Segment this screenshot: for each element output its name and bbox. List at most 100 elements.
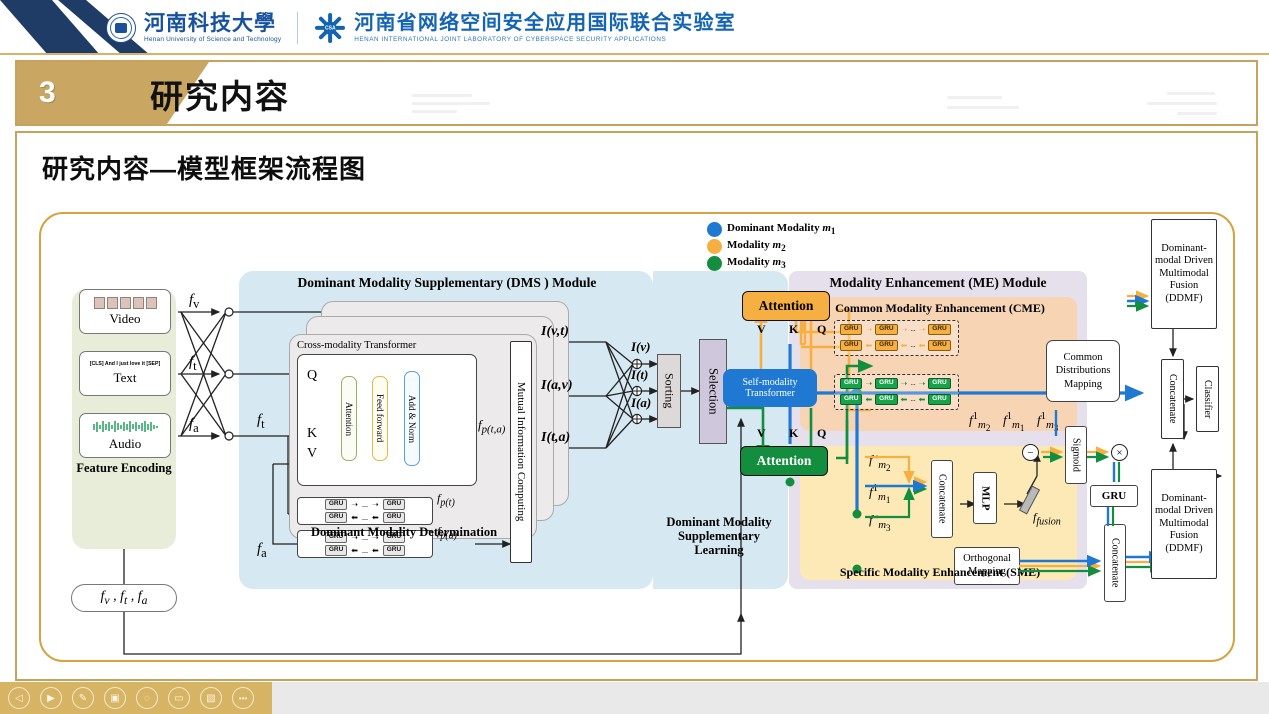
play-slide-button[interactable]: ▶	[40, 687, 62, 709]
arrow-right-icon: ➝	[900, 324, 908, 334]
slide-grid-button[interactable]: ▣	[104, 687, 126, 709]
video-frames-icon	[93, 296, 157, 309]
label-f1-m3: f1m3	[1037, 410, 1059, 434]
gru-cell: GRU	[875, 324, 898, 335]
gru-row-top-box: GRU ➝ ... ➝ GRU GRU ⬅ ... ⬅ GRU	[297, 497, 433, 525]
attention-bottom-label: Attention	[756, 453, 812, 468]
text-input-box: [CLS] And I just love it [SEP] Text	[79, 351, 171, 396]
audio-waveform-icon	[93, 420, 158, 432]
gru-cell: GRU	[324, 545, 348, 556]
camera-off-button[interactable]: ▧	[200, 687, 222, 709]
sorting-box: Sorting	[657, 354, 681, 428]
subtitles-button[interactable]: ▭	[168, 687, 190, 709]
gru-cell: GRU	[928, 378, 951, 389]
cme-gru-orange-row1: GRU ➝ GRU ➝ ... ➝ GRU	[840, 324, 951, 335]
label-fp-ta: fp(t,a)	[478, 417, 506, 436]
feature-bundle-box: fv , ft , fa	[71, 584, 177, 612]
model-framework-diagram: Video [CLS] And I just love it [SEP] Tex…	[41, 214, 1237, 664]
attention-stage-box: Attention	[341, 376, 357, 461]
qkv-top-q: Q	[817, 322, 827, 336]
label-fa: fa	[189, 416, 199, 435]
gru-ellipsis: ...	[362, 546, 368, 555]
multiply-operator-icon: ×	[1111, 444, 1128, 461]
feedforward-stage-label: Feed forward	[375, 394, 385, 443]
label-I-av: I(a,v)	[541, 378, 573, 393]
qkv-bottom-k: K	[789, 426, 799, 440]
arrow-left-icon: ⬅	[918, 340, 926, 350]
lab-names: 河南省网络空间安全应用国际联合实验室 HENAN INTERNATIONAL J…	[354, 13, 736, 43]
audio-label: Audio	[108, 435, 142, 451]
arrow-left-icon: ⬅	[351, 512, 358, 522]
arrow-right-icon: ➝	[351, 499, 358, 509]
legend-item-m3: Modality m3	[707, 256, 857, 271]
gru-cell: GRU	[324, 499, 348, 510]
video-input-box: Video	[79, 289, 171, 334]
label-I-t: I(t)	[631, 367, 649, 382]
sorting-label: Sorting	[662, 373, 677, 409]
label-I-a: I(a)	[631, 395, 652, 410]
sme-concatenate-label: Concatenate	[936, 474, 948, 524]
more-options-button[interactable]: •••	[232, 687, 254, 709]
gru-ellipsis: ...	[910, 379, 916, 388]
arrow-left-icon: ⬅	[918, 394, 926, 404]
gru-cell: GRU	[928, 324, 951, 335]
cme-title: Common Modality Enhancement (CME)	[835, 301, 1045, 315]
multiply-glyph: ×	[1116, 446, 1123, 459]
qkv-top-k: K	[789, 322, 799, 336]
classifier-box: Classifier	[1196, 366, 1219, 432]
header-divider	[297, 12, 299, 44]
sme-title: Specific Modality Enhancement (SME)	[839, 565, 1041, 579]
gru-cell: GRU	[840, 378, 863, 389]
ddmf-top-label: Dominant-modal Driven Multimodal Fusion …	[1154, 242, 1214, 304]
gru-cell: GRU	[875, 340, 898, 351]
ddmf-top-box: Dominant-modal Driven Multimodal Fusion …	[1151, 219, 1217, 329]
legend-item-m1: Dominant Modality m1	[707, 222, 857, 237]
cme-gru-green-row2: GRU ⬅ GRU ⬅ ... ⬅ GRU	[840, 394, 951, 405]
sme-mlp-box: MLP	[973, 472, 997, 524]
label-I-v: I(v)	[631, 339, 651, 354]
label-fprime-m3: f 'm3	[869, 512, 891, 533]
text-label: Text	[113, 370, 137, 385]
transformer-q-label: Q	[307, 368, 318, 383]
cross-modality-transformer-title: Cross-modality Transformer	[297, 340, 417, 351]
slide-header: 河南科技大學 Henan University of Science and T…	[0, 0, 1269, 55]
arrow-right-icon: ➝	[918, 378, 926, 388]
arrow-left-icon: ⬅	[865, 394, 873, 404]
addnorm-stage-label: Add & Norm	[407, 394, 417, 443]
header-rule	[0, 53, 1269, 55]
feature-encoding-label: Feature Encoding	[76, 461, 172, 475]
snowflake-logo-icon: CSA	[314, 12, 346, 44]
lab-name-cn: 河南省网络空间安全应用国际联合实验室	[354, 11, 736, 34]
arrow-right-icon: ➝	[900, 378, 908, 388]
transformer-v-label: V	[307, 446, 318, 461]
gru-cell: GRU	[324, 512, 348, 523]
gru-cell: GRU	[840, 340, 863, 351]
gru-cell: GRU	[928, 394, 951, 405]
qkv-bottom-q: Q	[817, 426, 827, 440]
attention-bottom-box: Attention	[740, 446, 828, 476]
gru-ellipsis: ...	[910, 325, 916, 334]
section-title-bar: 3 研究内容	[15, 60, 1258, 126]
university-names: 河南科技大學 Henan University of Science and T…	[144, 10, 281, 44]
university-name-cn: 河南科技大學	[144, 10, 276, 35]
slide-content-frame: 研究内容—模型框架流程图 Video [CLS] And I just love…	[15, 131, 1258, 681]
previous-slide-button[interactable]: ◁	[8, 687, 30, 709]
cme-gru-orange-row2: GRU ⬅ GRU ⬅ ... ⬅ GRU	[840, 340, 951, 351]
dms-sub-right-label: Dominant Modality Supplementary Learning	[666, 515, 772, 557]
lab-name-en: HENAN INTERNATIONAL JOINT LABORATORY OF …	[354, 35, 667, 43]
zoom-tool-button[interactable]: ◌	[136, 687, 158, 709]
audio-input-box: Audio	[79, 413, 171, 458]
arrow-left-icon: ⬅	[865, 340, 873, 350]
qkv-bottom-v: V	[757, 426, 766, 440]
mutual-information-label: Mutual Information Computing	[515, 382, 527, 522]
sme-concatenate2-label: Concatenate	[1109, 538, 1121, 588]
pen-tool-button[interactable]: ✎	[72, 687, 94, 709]
gru-row-forward: GRU ➝ ... ➝ GRU	[324, 499, 406, 510]
minus-glyph: −	[1027, 446, 1034, 459]
university-seal-icon	[106, 13, 136, 43]
gru-cell: GRU	[382, 545, 406, 556]
gru-cell: GRU	[382, 499, 406, 510]
self-modality-transformer-box: Self-modality Transformer	[723, 369, 817, 407]
arrow-left-icon: ⬅	[372, 545, 379, 555]
legend: Dominant Modality m1 Modality m2 Modalit…	[707, 222, 857, 273]
